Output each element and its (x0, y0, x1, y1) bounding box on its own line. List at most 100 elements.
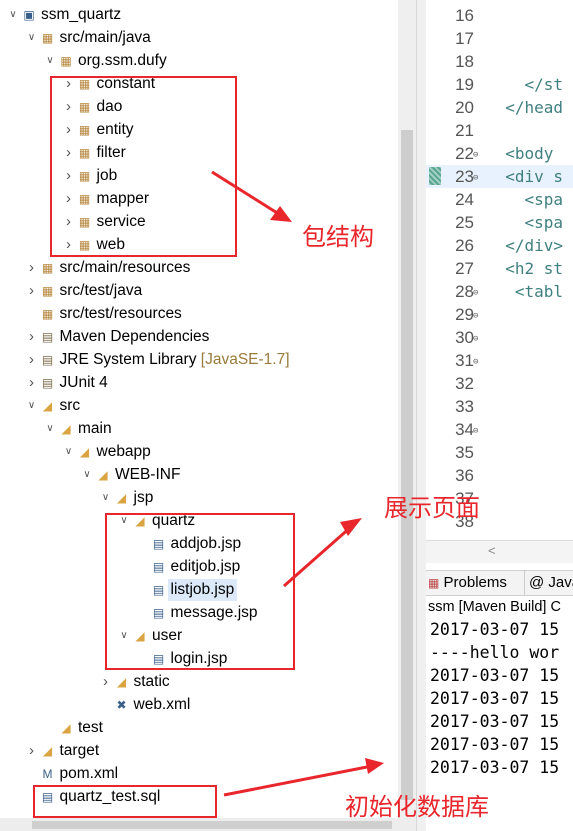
scrollbar-thumb[interactable] (32, 821, 392, 829)
tree-item[interactable]: › ▤ JRE System Library [JavaSE-1.7] (0, 349, 398, 371)
tab-javadoc[interactable]: @ Java (524, 571, 573, 595)
tree-item-text: static (133, 673, 170, 690)
fold-icon[interactable]: ⊖ (473, 334, 478, 344)
code-line[interactable]: 25 <spa (426, 211, 573, 234)
tree-item[interactable]: ∨ ▣ ssm_quartz (0, 4, 398, 26)
tree-item[interactable]: › ▦ src/main/resources (0, 257, 398, 279)
code-line[interactable]: 35 (426, 441, 573, 464)
code-line[interactable]: 19 </st (426, 73, 573, 96)
code-editor[interactable]: 16 17 18 19 </st 20 </head 21 22 ⊖ <body 23 ⊖ <di… (426, 0, 573, 540)
tree-item[interactable]: › ◢ static (0, 671, 398, 693)
tree-item[interactable]: ∨ ◢ src (0, 395, 398, 417)
chevron-down-icon[interactable]: ∨ (27, 27, 37, 49)
code-line[interactable]: 18 (426, 50, 573, 73)
tree-item[interactable]: ∨ ◢ jsp (0, 487, 398, 509)
code-line[interactable]: 22 ⊖ <body (426, 142, 573, 165)
line-number: 21 (455, 121, 474, 140)
console-line: 2017-03-07 15 (430, 689, 560, 708)
tree-item-text: pom.xml (59, 765, 119, 782)
code-line[interactable]: 23 ⊖ <div s (426, 165, 573, 188)
code-line[interactable]: 26 </div> (426, 234, 573, 257)
code-line[interactable]: 28 ⊖ <tabl (426, 280, 573, 303)
tree-item-label: Maven Dependencies (60, 326, 210, 348)
code-line[interactable]: 17 (426, 27, 573, 50)
line-number: 35 (455, 443, 474, 462)
tree-item[interactable]: ◢ test (0, 717, 398, 739)
tree-item[interactable]: ∨ ▦ org.ssm.dufy (0, 50, 398, 72)
chevron-right-icon[interactable]: › (27, 349, 37, 371)
code-line[interactable]: 33 (426, 395, 573, 418)
tree-item-text: src/main/resources (59, 259, 191, 276)
line-number: 36 (455, 466, 474, 485)
chevron-down-icon[interactable]: ∨ (82, 464, 92, 486)
code-line[interactable]: 20 </head (426, 96, 573, 119)
chevron-down-icon[interactable]: ∨ (101, 487, 111, 509)
chevron-down-icon[interactable]: ∨ (64, 441, 74, 463)
tree-item[interactable]: ∨ ◢ webapp (0, 441, 398, 463)
tree-item[interactable]: › ◢ target (0, 740, 398, 762)
code-line[interactable]: 32 (426, 372, 573, 395)
fold-icon[interactable]: ⊖ (473, 426, 478, 436)
tree-item[interactable]: ▦ src/test/resources (0, 303, 398, 325)
scrollbar-thumb[interactable] (401, 130, 413, 800)
code-line[interactable]: 21 (426, 119, 573, 142)
tab-problems[interactable]: ▦ Problems (428, 571, 507, 595)
problems-icon: ▦ (428, 576, 440, 590)
tree-item-text: JRE System Library (59, 351, 197, 368)
tree-item-text: main (78, 420, 112, 437)
tree-item-text: jsp (133, 489, 154, 506)
editor-horizontal-scrollbar[interactable]: < (426, 540, 573, 563)
tree-item[interactable]: ✖ web.xml (0, 694, 398, 716)
tree-item[interactable]: Mpom.xml (0, 763, 398, 785)
code-line[interactable]: 31 ⊖ (426, 349, 573, 372)
chevron-right-icon[interactable]: › (27, 372, 37, 394)
chevron-right-icon[interactable]: › (101, 671, 111, 693)
code-line[interactable]: 30 ⊖ (426, 326, 573, 349)
tree-item-label: JRE System Library [JavaSE-1.7] (60, 349, 290, 371)
chevron-right-icon[interactable]: › (27, 326, 37, 348)
tree-item-label: src/test/java (60, 280, 143, 302)
tree-item-text: webapp (96, 443, 151, 460)
code-line[interactable]: 36 (426, 464, 573, 487)
tree-item-label: jsp (134, 487, 154, 509)
display-pages-box (105, 513, 295, 670)
code-line[interactable]: 29 ⊖ (426, 303, 573, 326)
folder-icon: ◢ (61, 422, 71, 436)
chevron-down-icon[interactable]: ∨ (45, 418, 55, 440)
folder-icon: ◢ (61, 721, 71, 735)
chevron-down-icon[interactable]: ∨ (27, 395, 37, 417)
chevron-right-icon[interactable]: › (27, 740, 37, 762)
line-number: 19 (455, 75, 474, 94)
chevron-right-icon[interactable]: › (27, 280, 37, 302)
code-line[interactable]: 27 <h2 st (426, 257, 573, 280)
code-line[interactable]: 34 ⊖ (426, 418, 573, 441)
code-text: <spa (486, 213, 564, 232)
tree-item-label: test (78, 717, 103, 739)
panel-separator[interactable] (416, 0, 426, 831)
tree-item[interactable]: › ▦ src/test/java (0, 280, 398, 302)
tree-item[interactable]: ∨ ▦ src/main/java (0, 27, 398, 49)
code-line[interactable]: 16 (426, 4, 573, 27)
source-folder-icon: ▦ (41, 261, 54, 275)
fold-icon[interactable]: ⊖ (473, 150, 478, 160)
chevron-down-icon[interactable]: ∨ (8, 4, 18, 26)
console-line: 2017-03-07 15 (430, 758, 560, 777)
tree-item[interactable]: ∨ ◢ main (0, 418, 398, 440)
explorer-vertical-scrollbar[interactable] (398, 0, 416, 818)
tree-item[interactable]: › ▤ JUnit 4 (0, 372, 398, 394)
fold-icon[interactable]: ⊖ (473, 311, 478, 321)
scroll-left-icon[interactable]: < (488, 543, 496, 558)
fold-icon[interactable]: ⊖ (473, 173, 478, 183)
fold-icon[interactable]: ⊖ (473, 357, 478, 367)
chevron-down-icon[interactable]: ∨ (45, 50, 55, 72)
chevron-right-icon[interactable]: › (27, 257, 37, 279)
tree-item[interactable]: › ▤ Maven Dependencies (0, 326, 398, 348)
fold-icon[interactable]: ⊖ (473, 288, 478, 298)
code-line[interactable]: 24 <spa (426, 188, 573, 211)
code-text: <div s (486, 167, 564, 186)
code-text: </st (486, 75, 564, 94)
line-number: 30 (455, 328, 474, 347)
tree-item[interactable]: ∨ ◢ WEB-INF (0, 464, 398, 486)
tree-item-text: WEB-INF (115, 466, 181, 483)
